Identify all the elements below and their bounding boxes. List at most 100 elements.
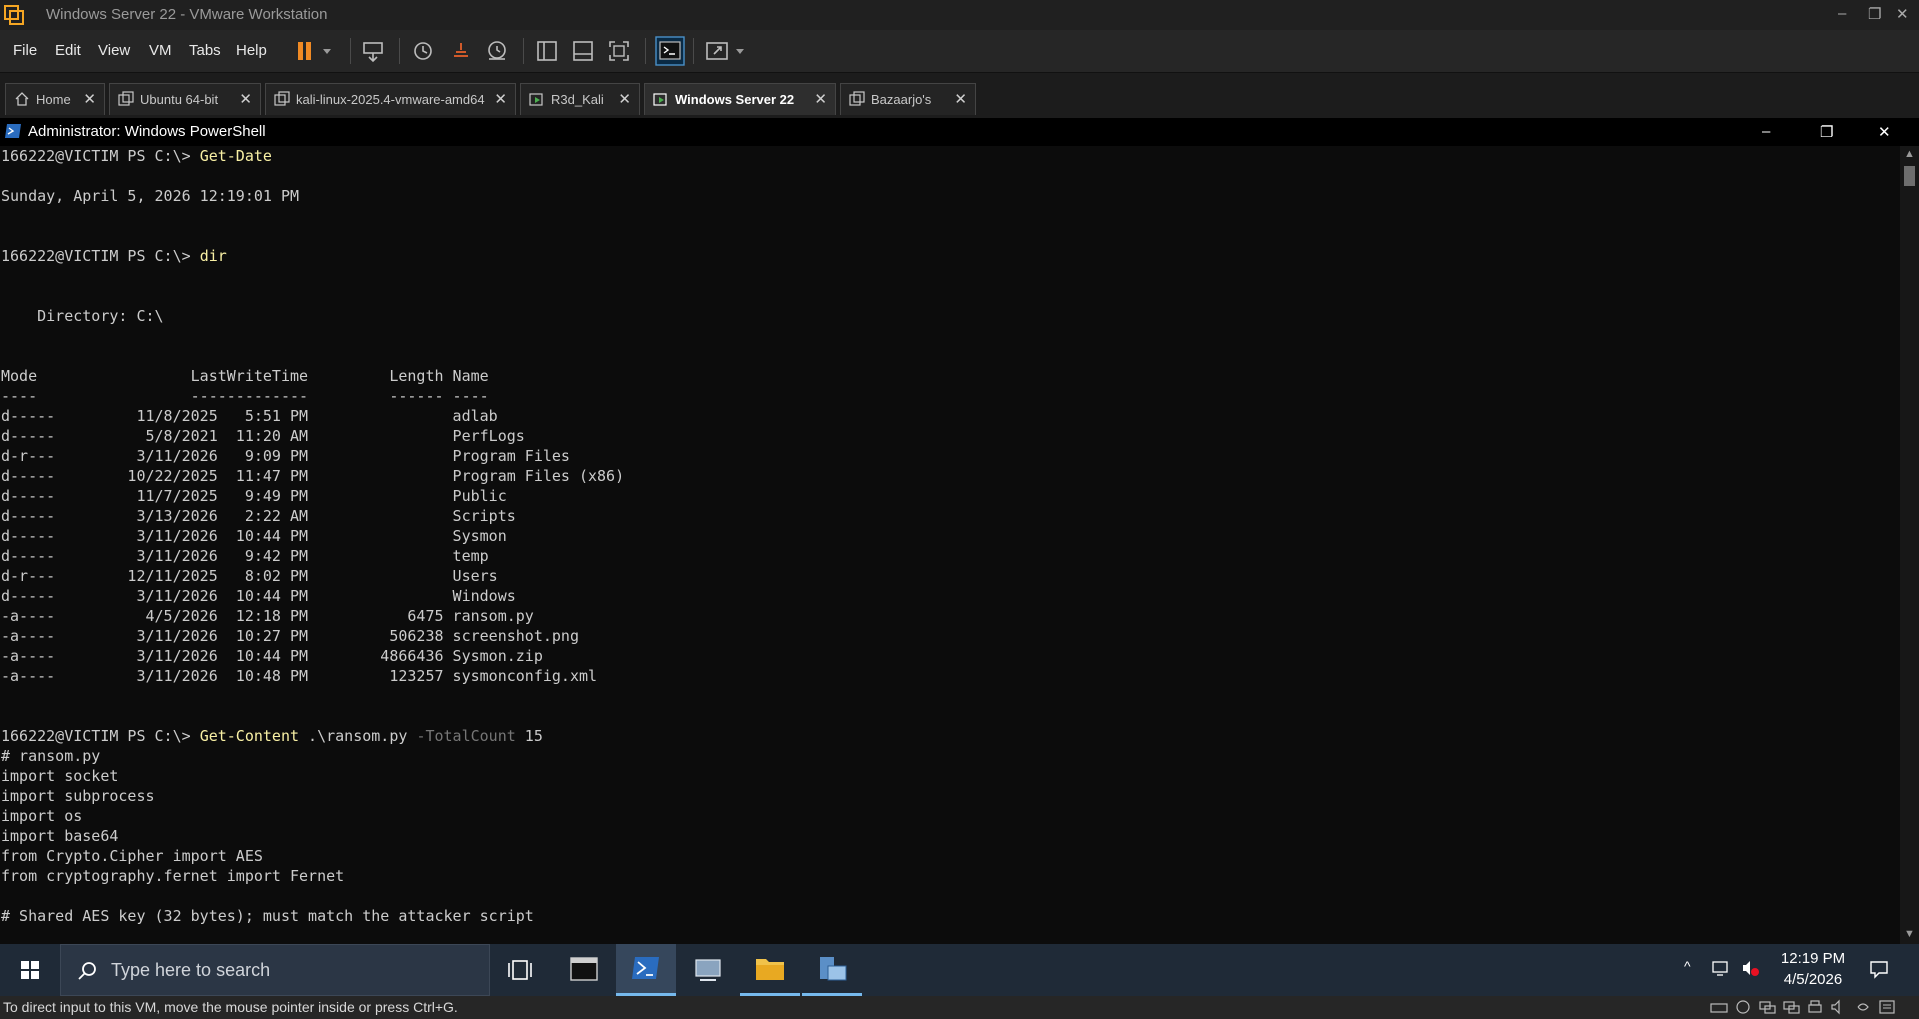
console-view-icon[interactable]: [655, 36, 685, 66]
vmware-status-bar: To direct input to this VM, move the mou…: [0, 996, 1919, 1019]
scrollbar-thumb[interactable]: [1904, 166, 1915, 186]
menu-file[interactable]: File: [13, 42, 37, 59]
pause-icon[interactable]: [292, 38, 318, 64]
notifications-icon[interactable]: [1868, 958, 1890, 980]
dir-row: d----- 3/11/2026 9:42 PM temp: [1, 547, 489, 565]
close-tab-icon[interactable]: ✕: [618, 90, 631, 108]
vm-tab-bar: Home ✕ Ubuntu 64-bit ✕ kali-linux-2025.4…: [0, 72, 1919, 118]
ps-close-button[interactable]: ✕: [1878, 123, 1891, 141]
close-tab-icon[interactable]: ✕: [83, 90, 96, 108]
dir-row: d----- 5/8/2021 11:20 AM PerfLogs: [1, 427, 525, 445]
tab-r3d-kali[interactable]: R3d_Kali ✕: [520, 83, 640, 115]
vm-icon: [118, 91, 134, 106]
console-scrollbar[interactable]: ▲ ▼: [1900, 146, 1919, 944]
hard-disk-icon[interactable]: [1709, 999, 1729, 1015]
dir-row: d-r--- 3/11/2026 9:09 PM Program Files: [1, 447, 570, 465]
console-output: 166222@VICTIM PS C:\> Get-Date Sunday, A…: [1, 146, 624, 926]
network-icon[interactable]: [1710, 958, 1730, 978]
powershell-titlebar: Administrator: Windows PowerShell – ❐ ✕: [0, 118, 1919, 146]
network-adapter-icon[interactable]: [1757, 999, 1777, 1015]
pause-dropdown-icon[interactable]: [320, 38, 334, 64]
powershell-title: Administrator: Windows PowerShell: [28, 123, 266, 140]
window-title: Windows Server 22 - VMware Workstation: [46, 6, 328, 23]
sound-card-icon[interactable]: [1829, 999, 1849, 1015]
command-parameter: -TotalCount: [416, 727, 516, 745]
dir-row: -a---- 3/11/2026 10:44 PM 4866436 Sysmon…: [1, 647, 543, 665]
command-value: 15: [515, 727, 543, 745]
tab-ubuntu[interactable]: Ubuntu 64-bit ✕: [109, 83, 261, 115]
command: Get-Content: [199, 727, 300, 745]
tab-bazaarjos[interactable]: Bazaarjo's ✕: [840, 83, 976, 115]
powershell-taskbar-button[interactable]: [616, 944, 676, 996]
snapshot-manager-icon[interactable]: [484, 38, 510, 64]
vmware-titlebar: Windows Server 22 - VMware Workstation –…: [0, 0, 1919, 30]
close-button[interactable]: ✕: [1896, 5, 1909, 23]
toolbar-separator: [523, 38, 524, 64]
stretch-dropdown-icon[interactable]: [733, 38, 747, 64]
ps-restore-button[interactable]: ❐: [1820, 123, 1833, 141]
close-tab-icon[interactable]: ✕: [954, 90, 967, 108]
server-manager-taskbar-button[interactable]: [802, 944, 862, 996]
tab-windows-server-22[interactable]: Windows Server 22 ✕: [644, 83, 836, 115]
powershell-console[interactable]: 166222@VICTIM PS C:\> Get-Date Sunday, A…: [0, 146, 1900, 944]
menu-tabs[interactable]: Tabs: [189, 42, 221, 59]
dir-row: d-r--- 12/11/2025 8:02 PM Users: [1, 567, 498, 585]
taskbar-search-box[interactable]: Type here to search: [60, 944, 490, 996]
clock-date: 4/5/2026: [1783, 971, 1843, 988]
menu-vm[interactable]: VM: [149, 42, 172, 59]
taskbar-clock[interactable]: 12:19 PM 4/5/2026: [1768, 948, 1858, 990]
scroll-up-icon[interactable]: ▲: [1904, 148, 1915, 160]
dir-row: -a---- 3/11/2026 10:27 PM 506238 screens…: [1, 627, 579, 645]
dir-row: -a---- 3/11/2026 10:48 PM 123257 sysmonc…: [1, 667, 598, 685]
thumbnail-bar-icon[interactable]: [570, 38, 596, 64]
file-line: import os: [1, 807, 83, 825]
command: Get-Date: [199, 147, 272, 165]
volume-muted-icon[interactable]: [1740, 958, 1760, 978]
task-view-icon[interactable]: [490, 944, 550, 996]
dir-row: d----- 10/22/2025 11:47 PM Program Files…: [1, 467, 625, 485]
file-line: # Shared AES key (32 bytes); must match …: [1, 907, 534, 925]
minimize-button[interactable]: –: [1838, 5, 1846, 22]
file-line: from Crypto.Cipher import AES: [1, 847, 263, 865]
remote-desktop-icon[interactable]: [678, 944, 738, 996]
menu-view[interactable]: View: [98, 42, 130, 59]
close-tab-icon[interactable]: ✕: [814, 90, 827, 108]
file-line: import socket: [1, 767, 119, 785]
file-line: import base64: [1, 827, 119, 845]
revert-snapshot-icon[interactable]: [448, 38, 474, 64]
search-icon: [78, 962, 96, 980]
message-log-icon[interactable]: [1877, 999, 1897, 1015]
toolbar-separator: [399, 38, 400, 64]
cd-rom-icon[interactable]: [1733, 999, 1753, 1015]
file-line: import subprocess: [1, 787, 155, 805]
snapshot-icon[interactable]: [410, 38, 436, 64]
tab-home[interactable]: Home ✕: [5, 83, 105, 115]
prompt: 166222@VICTIM PS C:\>: [1, 147, 200, 165]
send-ctrl-alt-del-icon[interactable]: [360, 38, 386, 64]
status-message: To direct input to this VM, move the mou…: [3, 999, 458, 1015]
menu-edit[interactable]: Edit: [55, 42, 81, 59]
stretch-guest-icon[interactable]: [704, 38, 730, 64]
close-tab-icon[interactable]: ✕: [239, 90, 252, 108]
vm-icon: [849, 91, 865, 106]
menu-help[interactable]: Help: [236, 42, 267, 59]
usb-icon[interactable]: [1853, 999, 1873, 1015]
printer-icon[interactable]: [1805, 999, 1825, 1015]
tab-label: Ubuntu 64-bit: [140, 92, 219, 107]
server-manager-console-icon[interactable]: [554, 944, 614, 996]
show-hidden-icons-icon[interactable]: ^: [1684, 958, 1691, 974]
dir-row: -a---- 4/5/2026 12:18 PM 6475 ransom.py: [1, 607, 534, 625]
show-library-icon[interactable]: [534, 38, 560, 64]
close-tab-icon[interactable]: ✕: [494, 90, 507, 108]
ps-minimize-button[interactable]: –: [1762, 123, 1770, 140]
network-adapter-2-icon[interactable]: [1781, 999, 1801, 1015]
file-explorer-taskbar-button[interactable]: [740, 944, 800, 996]
dir-row: d----- 3/13/2026 2:22 AM Scripts: [1, 507, 516, 525]
folder-icon: [756, 959, 784, 980]
tab-kali-linux[interactable]: kali-linux-2025.4-vmware-amd64 ✕: [265, 83, 516, 115]
full-screen-icon[interactable]: [606, 38, 632, 64]
vm-running-icon: [653, 93, 667, 106]
windows-start-icon[interactable]: [0, 944, 60, 996]
restore-button[interactable]: ❐: [1868, 5, 1881, 23]
scroll-down-icon[interactable]: ▼: [1904, 928, 1915, 940]
